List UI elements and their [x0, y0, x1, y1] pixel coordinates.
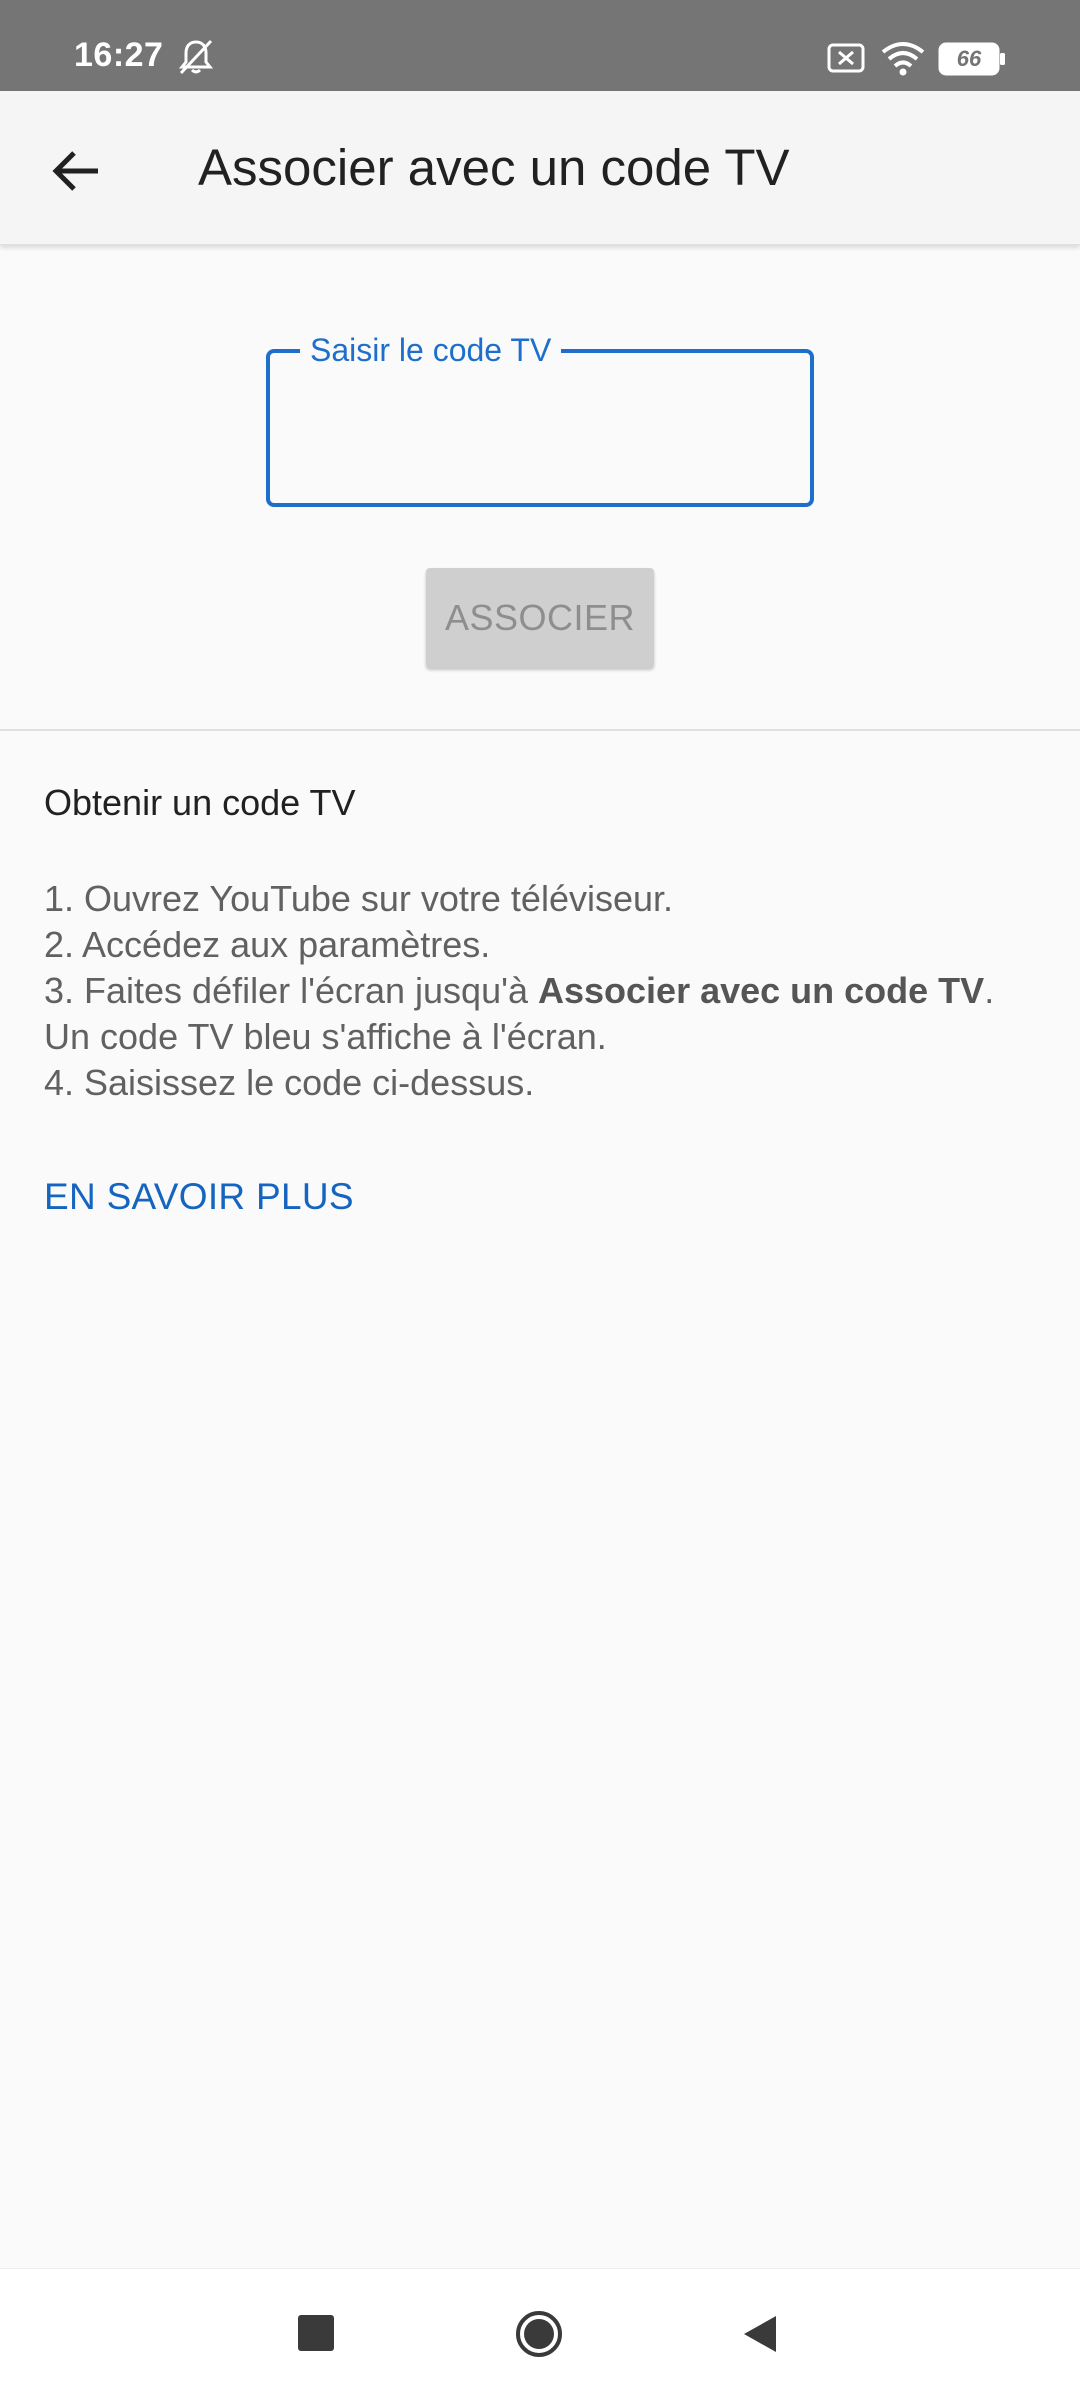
step-3-bold: Associer avec un code TV	[538, 970, 985, 1011]
battery-icon: 66	[938, 42, 1008, 76]
step-3-line-2: Un code TV bleu s'affiche à l'écran.	[44, 1016, 607, 1057]
arrow-left-icon	[52, 151, 98, 191]
step-2: 2. Accédez aux paramètres.	[44, 924, 491, 965]
help-heading: Obtenir un code TV	[44, 782, 356, 823]
wifi-icon	[881, 42, 925, 76]
tv-code-field-label: Saisir le code TV	[300, 332, 562, 369]
associate-button[interactable]: ASSOCIER	[426, 568, 654, 668]
page-title: Associer avec un code TV	[198, 139, 790, 196]
step-4: 4. Saisissez le code ci-dessus.	[44, 1062, 535, 1103]
status-time: 16:27	[74, 36, 164, 74]
app-bar: Associer avec un code TV	[0, 91, 1080, 245]
system-nav-bar	[0, 2268, 1080, 2400]
step-3-prefix: 3. Faites défiler l'écran jusqu'à	[44, 970, 538, 1011]
step-3-suffix: .	[984, 970, 995, 1011]
back-triangle-icon[interactable]	[740, 2313, 780, 2355]
section-divider	[0, 729, 1080, 731]
back-button[interactable]	[36, 131, 116, 211]
status-bar: 16:27 66	[0, 0, 1080, 91]
step-1: 1. Ouvrez YouTube sur votre téléviseur.	[44, 878, 674, 919]
instructions-list: 1. Ouvrez YouTube sur votre téléviseur. …	[44, 876, 1054, 1106]
sim-x-icon	[827, 43, 865, 73]
home-circle-icon[interactable]	[514, 2309, 564, 2359]
learn-more-link[interactable]: EN SAVOIR PLUS	[44, 1176, 354, 1218]
step-3: 3. Faites défiler l'écran jusqu'à Associ…	[44, 968, 1054, 1014]
tv-code-input[interactable]	[296, 395, 786, 475]
bell-off-icon	[178, 39, 214, 75]
recents-square-icon[interactable]	[298, 2315, 334, 2351]
battery-level: 66	[956, 46, 982, 71]
